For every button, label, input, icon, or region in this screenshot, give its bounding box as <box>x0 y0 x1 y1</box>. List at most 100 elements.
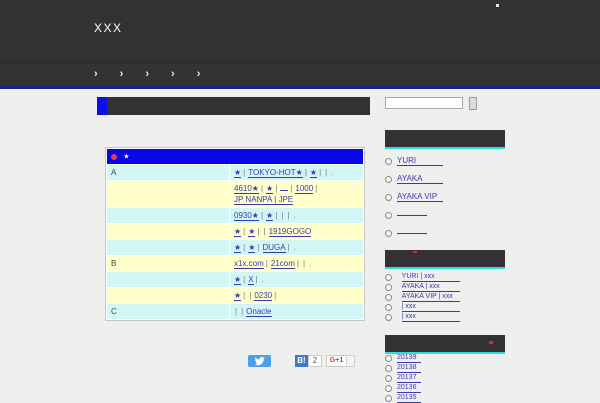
nav-chevron-item[interactable]: › <box>171 69 175 80</box>
sidebar-link[interactable]: AYAKA <box>397 174 443 184</box>
links-table: ★ A ★ | TOKYO-HOT★ | ★ | |. 4610★ | ★ | | 1000 |JP NAN… <box>105 147 365 322</box>
circle-bullet-icon <box>385 273 392 281</box>
sidebar-link[interactable]: 20138 <box>397 364 421 373</box>
separator: | <box>287 243 290 253</box>
circle-bullet-icon <box>385 229 392 237</box>
sidebar-list-3: 20139 20138 20137 20136 20135 <box>385 353 421 403</box>
sidebar-link[interactable]: AYAKA | xxx <box>401 283 460 292</box>
separator: . <box>261 275 264 285</box>
table-link[interactable]: ★ <box>234 275 242 286</box>
marker-dot: . <box>397 274 399 280</box>
table-link[interactable]: 1000 <box>295 184 314 195</box>
sidebar-list-item: YURI <box>385 152 443 170</box>
sidebar-list-item <box>385 206 443 224</box>
row-label: B <box>107 256 229 272</box>
row-label <box>107 240 229 256</box>
sidebar-link[interactable]: 20135 <box>397 394 421 403</box>
table-link[interactable]: x1x.com <box>234 259 264 270</box>
circle-bullet-icon <box>385 374 392 382</box>
search-button[interactable] <box>469 97 478 110</box>
table-link[interactable]: ★ <box>248 243 256 254</box>
separator: | <box>290 184 293 194</box>
sidebar-link[interactable]: YURI | xxx <box>401 273 460 282</box>
table-link[interactable] <box>280 190 289 192</box>
table-link[interactable]: ★ <box>248 227 256 238</box>
sidebar-link[interactable]: | xxx <box>401 313 460 322</box>
sidebar-link[interactable]: AYAKA VIP <box>397 192 443 202</box>
nav-chevron-item[interactable]: › <box>94 69 98 80</box>
table-link[interactable]: 4610★ <box>234 184 259 195</box>
table-link[interactable]: ★ <box>234 227 242 238</box>
sidebar-list-item: 20138 <box>385 363 421 373</box>
marker-dot: . <box>397 294 399 300</box>
site-title: XXX <box>94 21 123 35</box>
row-label <box>107 208 229 224</box>
separator: | <box>243 291 246 301</box>
search-input[interactable] <box>385 97 463 109</box>
row-links-cell: ★ | X |. <box>230 272 363 288</box>
hatena-bookmark-button[interactable]: B! <box>295 355 308 367</box>
table-link[interactable]: ★ <box>266 211 274 222</box>
table-link[interactable]: X <box>248 275 254 286</box>
table-link[interactable]: ★ <box>234 243 242 254</box>
circle-bullet-icon <box>385 384 392 392</box>
site-header: XXX <box>0 0 600 62</box>
sidebar-link[interactable]: 20139 <box>397 354 421 363</box>
row-label <box>107 181 229 208</box>
nav-chevron-item[interactable]: › <box>197 69 201 80</box>
sidebar-link[interactable] <box>397 214 427 216</box>
sidebar-link[interactable]: 20136 <box>397 384 421 393</box>
gplus-button[interactable]: G+1 <box>326 355 347 367</box>
separator: | <box>265 259 268 269</box>
table-link[interactable]: ★ <box>309 168 318 179</box>
table-row: 4610★ | ★ | | 1000 |JP NANPA | JPE <box>107 181 363 208</box>
separator: | <box>275 184 278 194</box>
row-label: C <box>107 304 229 320</box>
sidebar-list-item: 20137 <box>385 373 421 383</box>
red-speck-icon <box>489 341 493 344</box>
separator: | <box>260 184 264 194</box>
separator: | <box>243 275 246 285</box>
separator: | <box>243 168 246 178</box>
table-link[interactable]: DUGA <box>262 243 286 254</box>
separator: | <box>257 243 260 253</box>
table-header-row: ★ <box>107 149 363 165</box>
hatena-count-badge: 2 <box>308 355 322 367</box>
sidebar-link[interactable]: 20137 <box>397 374 421 383</box>
separator: | <box>319 168 322 178</box>
search-area <box>385 97 478 111</box>
table-link[interactable]: JP NANPA | JPE <box>234 195 294 206</box>
row-label <box>107 224 229 240</box>
table-link[interactable]: ★ <box>234 291 242 302</box>
separator: | <box>255 275 258 285</box>
table-row: C | | Onacle <box>107 304 363 320</box>
header-speck-icon <box>496 4 499 7</box>
nav-chevron-item[interactable]: › <box>145 69 149 80</box>
sidebar-list-item: 20136 <box>385 383 421 393</box>
table-link[interactable]: 0230 <box>254 291 273 302</box>
sidebar-list-item: . | xxx <box>385 312 460 322</box>
nav-chevron-item[interactable]: › <box>120 69 124 80</box>
separator: . <box>293 211 296 221</box>
circle-bullet-icon <box>385 211 392 219</box>
table-link[interactable]: ★ <box>266 184 274 195</box>
sidebar-link[interactable] <box>397 232 427 234</box>
star-icon: ★ <box>123 153 130 161</box>
table-link[interactable]: Onacle <box>246 307 272 318</box>
table-link[interactable]: TOKYO-HOT★ <box>248 168 303 179</box>
separator: | <box>325 168 328 178</box>
table-link[interactable]: ★ <box>234 168 242 179</box>
table-link[interactable]: 0930★ <box>234 211 259 222</box>
circle-bullet-icon <box>385 293 392 301</box>
table-link[interactable]: 21com <box>270 259 295 270</box>
table-link[interactable]: 1919GOGO <box>268 227 312 238</box>
sidebar-list-item: AYAKA VIP <box>385 188 443 206</box>
separator: | <box>257 227 260 237</box>
table-row: A ★ | TOKYO-HOT★ | ★ | |. <box>107 165 363 181</box>
row-links-cell: ★ | ★ | | 1919GOGO <box>230 224 363 240</box>
twitter-share-button[interactable] <box>248 355 271 367</box>
sidebar-link[interactable]: | xxx <box>401 303 460 312</box>
social-row: B! 2 G+1 <box>0 354 375 368</box>
sidebar-link[interactable]: AYAKA VIP | xxx <box>401 293 460 302</box>
sidebar-link[interactable]: YURI <box>397 156 443 166</box>
